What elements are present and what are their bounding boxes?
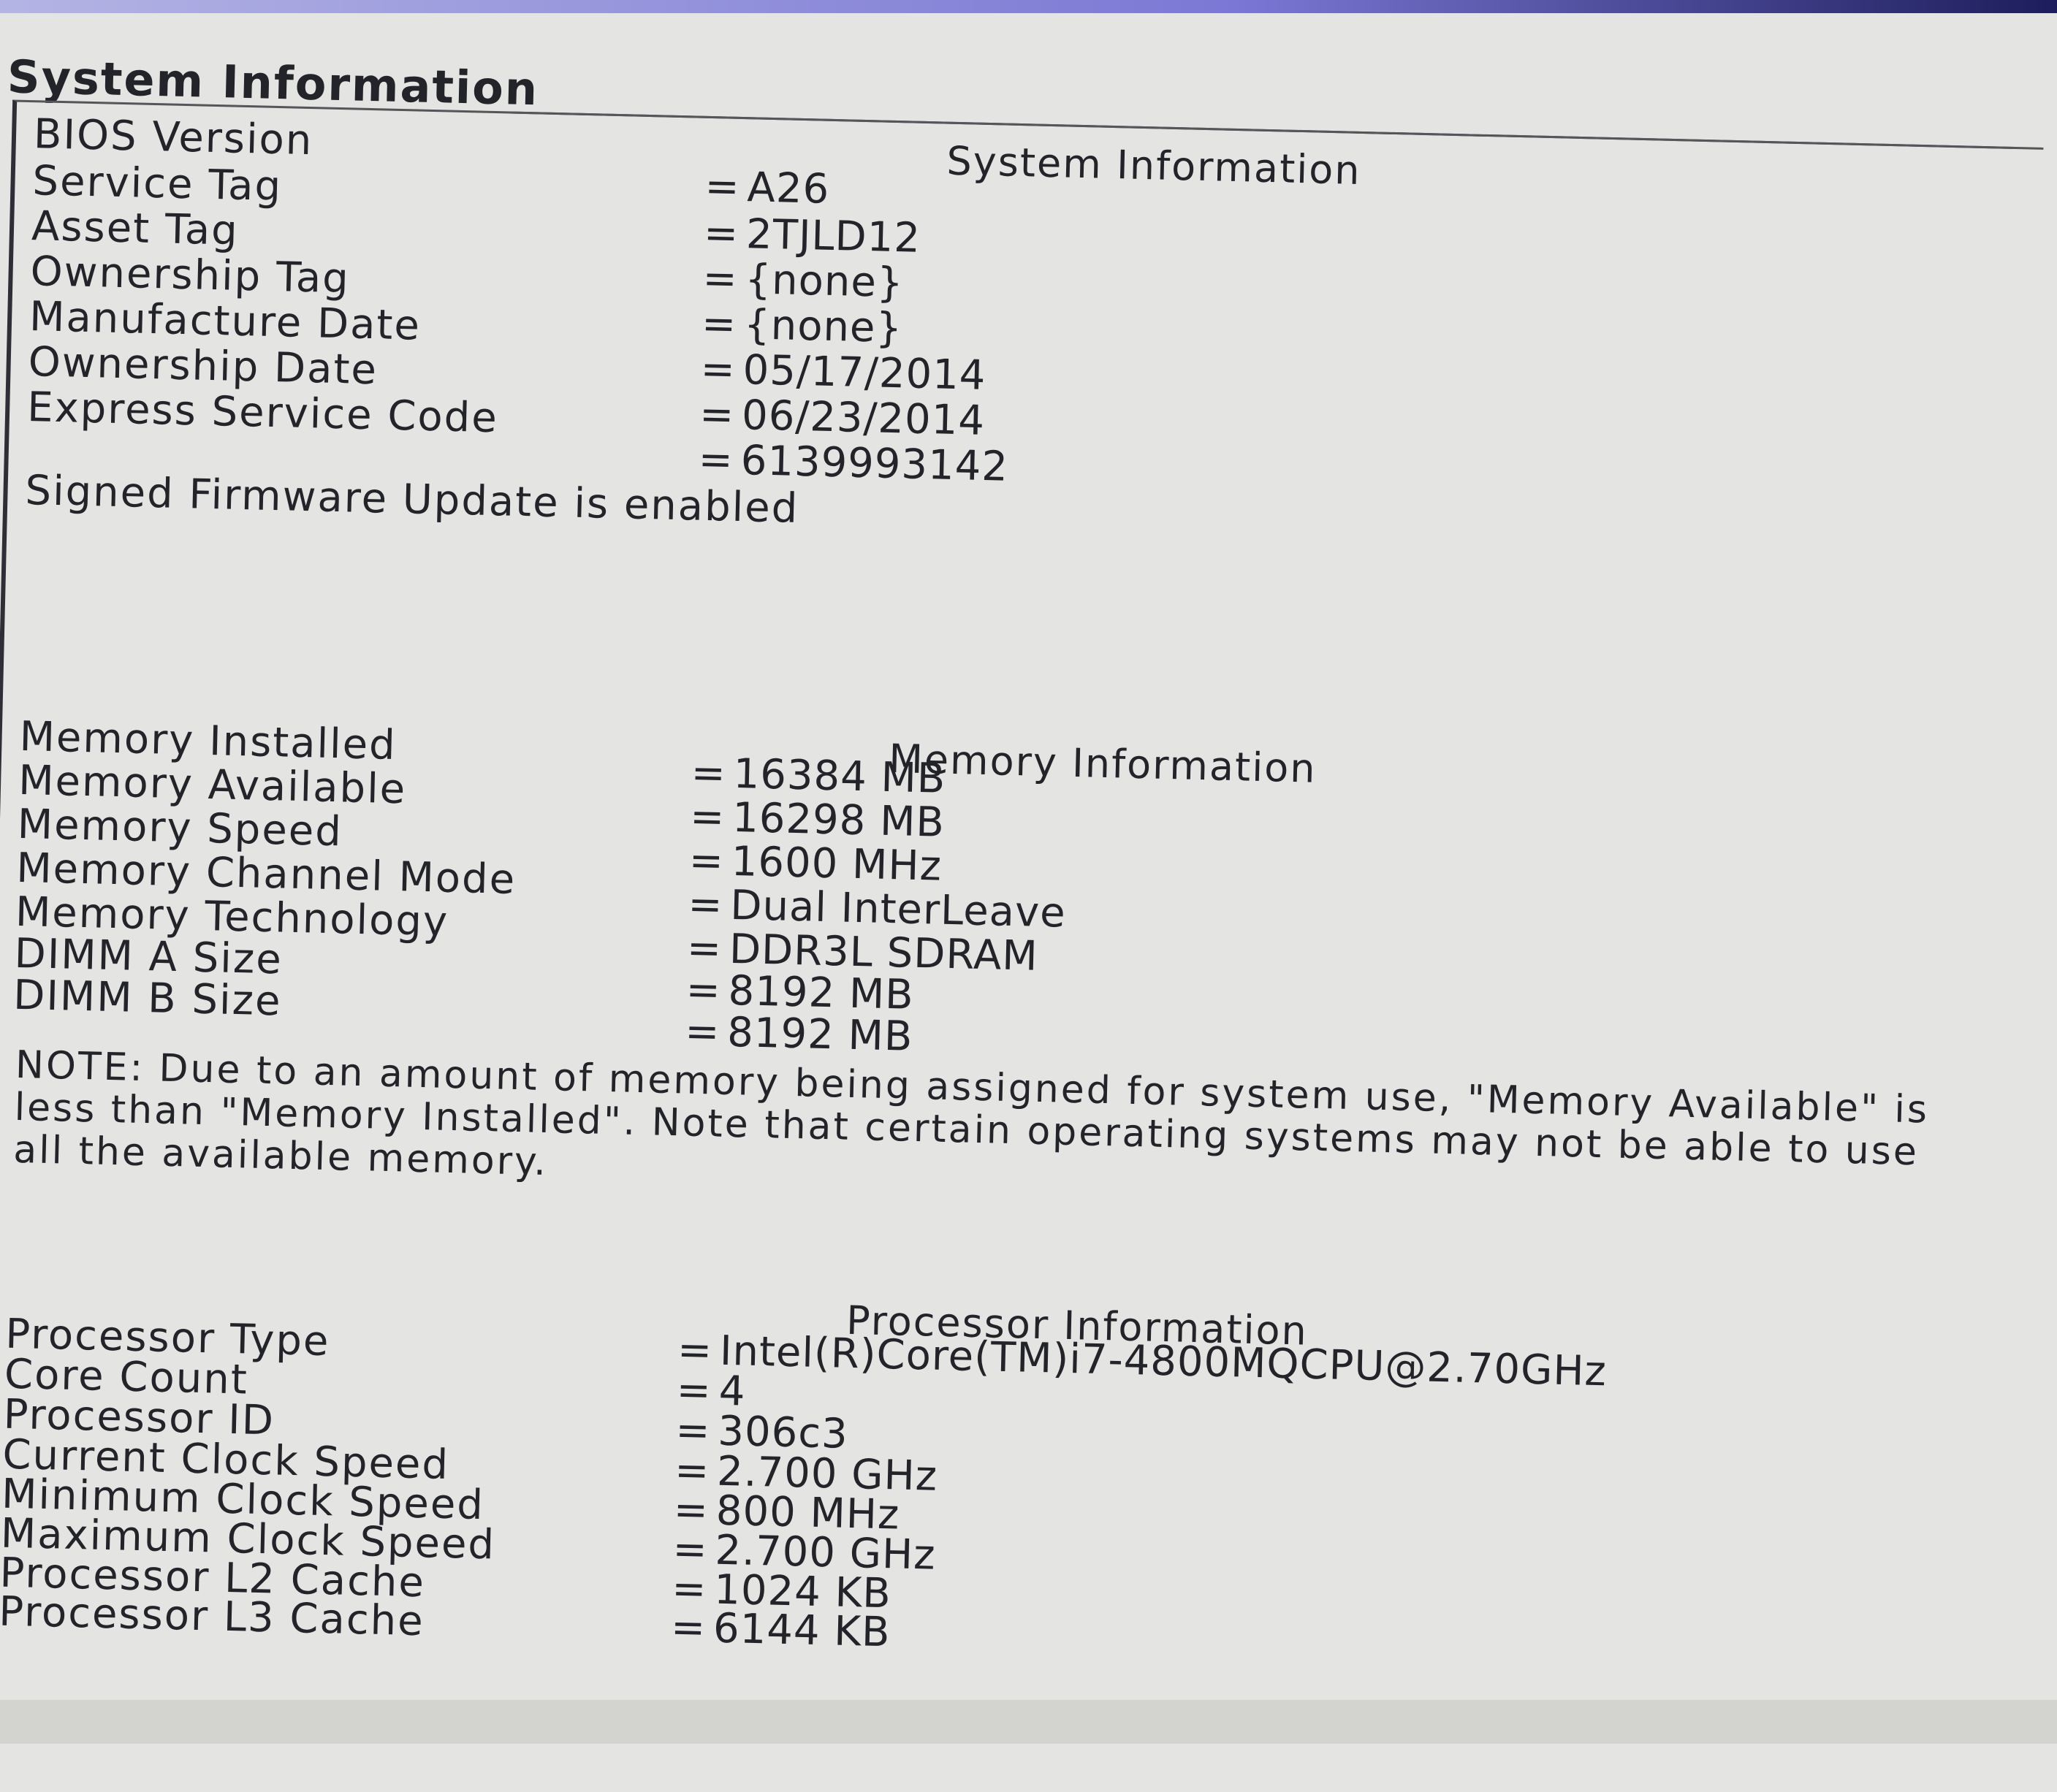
express-service-code-value: 6139993142 <box>740 437 1009 491</box>
window-top-bar <box>0 0 2057 13</box>
dimm-b-size-value: 8192 MB <box>726 1008 914 1061</box>
info-label: BIOS Version <box>33 110 314 165</box>
processor-l3-cache-value: 6144 KB <box>712 1604 891 1657</box>
info-label: Processor L3 Cache <box>0 1587 425 1646</box>
info-value: = 6144 KB <box>670 1604 891 1656</box>
info-label: Service Tag <box>31 157 283 211</box>
info-label: DIMM B Size <box>12 971 283 1026</box>
screen-bottom-strip <box>0 1700 2057 1744</box>
bios-system-info-page: System Information System Information BI… <box>0 13 2056 1792</box>
info-value: = 6139993142 <box>698 436 1009 491</box>
equals-sign: = <box>670 1604 707 1652</box>
equals-sign: = <box>698 435 734 484</box>
equals-sign: = <box>684 1007 721 1056</box>
info-label: Asset Tag <box>31 202 240 255</box>
info-value: = 8192 MB <box>685 1007 913 1060</box>
